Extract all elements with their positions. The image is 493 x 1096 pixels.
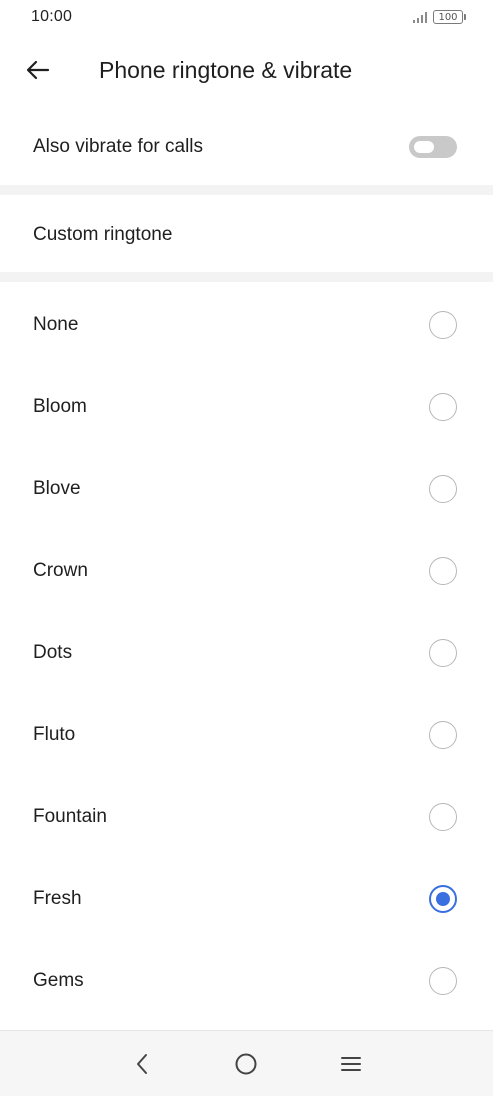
ringtone-item[interactable]: Fluto xyxy=(0,694,493,776)
ringtone-label: Blove xyxy=(33,478,81,499)
signal-icon xyxy=(413,11,427,23)
radio-button[interactable] xyxy=(429,721,457,749)
ringtone-item[interactable]: None xyxy=(0,284,493,366)
ringtone-label: Bloom xyxy=(33,396,87,417)
custom-ringtone-label: Custom ringtone xyxy=(33,224,173,245)
radio-button-selected[interactable] xyxy=(429,885,457,913)
vibrate-label: Also vibrate for calls xyxy=(33,136,204,157)
ringtone-label: Crown xyxy=(33,560,88,581)
ringtone-item[interactable]: Crown xyxy=(0,530,493,612)
ringtone-label: Dots xyxy=(33,642,73,663)
radio-dot xyxy=(436,892,450,906)
vibrate-toggle[interactable] xyxy=(409,136,457,158)
page-title: Phone ringtone & vibrate xyxy=(99,56,353,83)
radio-button[interactable] xyxy=(429,475,457,503)
ringtone-item[interactable]: Bloom xyxy=(0,366,493,448)
back-button[interactable] xyxy=(0,40,70,100)
screen: 10:00 100 Phone ringtone & vibrate Also … xyxy=(0,0,493,1096)
arrow-left-icon xyxy=(26,60,50,80)
nav-menu-button[interactable] xyxy=(331,1044,371,1084)
toggle-knob xyxy=(414,141,434,153)
status-icons: 100 xyxy=(413,10,466,24)
radio-button[interactable] xyxy=(429,557,457,585)
radio-button[interactable] xyxy=(429,639,457,667)
ringtone-label: Gems xyxy=(33,970,84,991)
ringtone-item[interactable]: Fresh xyxy=(0,858,493,940)
custom-ringtone-row[interactable]: Custom ringtone xyxy=(0,198,493,272)
ringtone-label: Fluto xyxy=(33,724,76,745)
radio-button[interactable] xyxy=(429,967,457,995)
battery-level: 100 xyxy=(438,11,458,23)
ringtone-label: None xyxy=(33,314,79,335)
ringtone-item[interactable]: Fountain xyxy=(0,776,493,858)
vibrate-row[interactable]: Also vibrate for calls xyxy=(0,112,493,182)
battery-icon: 100 xyxy=(433,10,466,24)
section-divider xyxy=(0,272,493,282)
ringtone-item[interactable]: Gems xyxy=(0,940,493,1022)
radio-button[interactable] xyxy=(429,803,457,831)
circle-home-icon xyxy=(235,1053,257,1074)
ringtone-label: Fountain xyxy=(33,806,107,827)
ringtone-item[interactable]: Dots xyxy=(0,612,493,694)
ringtone-item[interactable]: Blove xyxy=(0,448,493,530)
section-divider xyxy=(0,185,493,195)
system-nav-bar xyxy=(0,1030,493,1096)
status-time: 10:00 xyxy=(31,8,73,25)
chevron-left-icon xyxy=(137,1053,148,1074)
status-bar: 10:00 100 xyxy=(0,0,493,34)
nav-back-button[interactable] xyxy=(122,1044,162,1084)
radio-button[interactable] xyxy=(429,311,457,339)
hamburger-menu-icon xyxy=(340,1056,361,1071)
app-header: Phone ringtone & vibrate xyxy=(0,40,493,100)
radio-button[interactable] xyxy=(429,393,457,421)
nav-home-button[interactable] xyxy=(226,1044,266,1084)
ringtone-label: Fresh xyxy=(33,888,82,909)
